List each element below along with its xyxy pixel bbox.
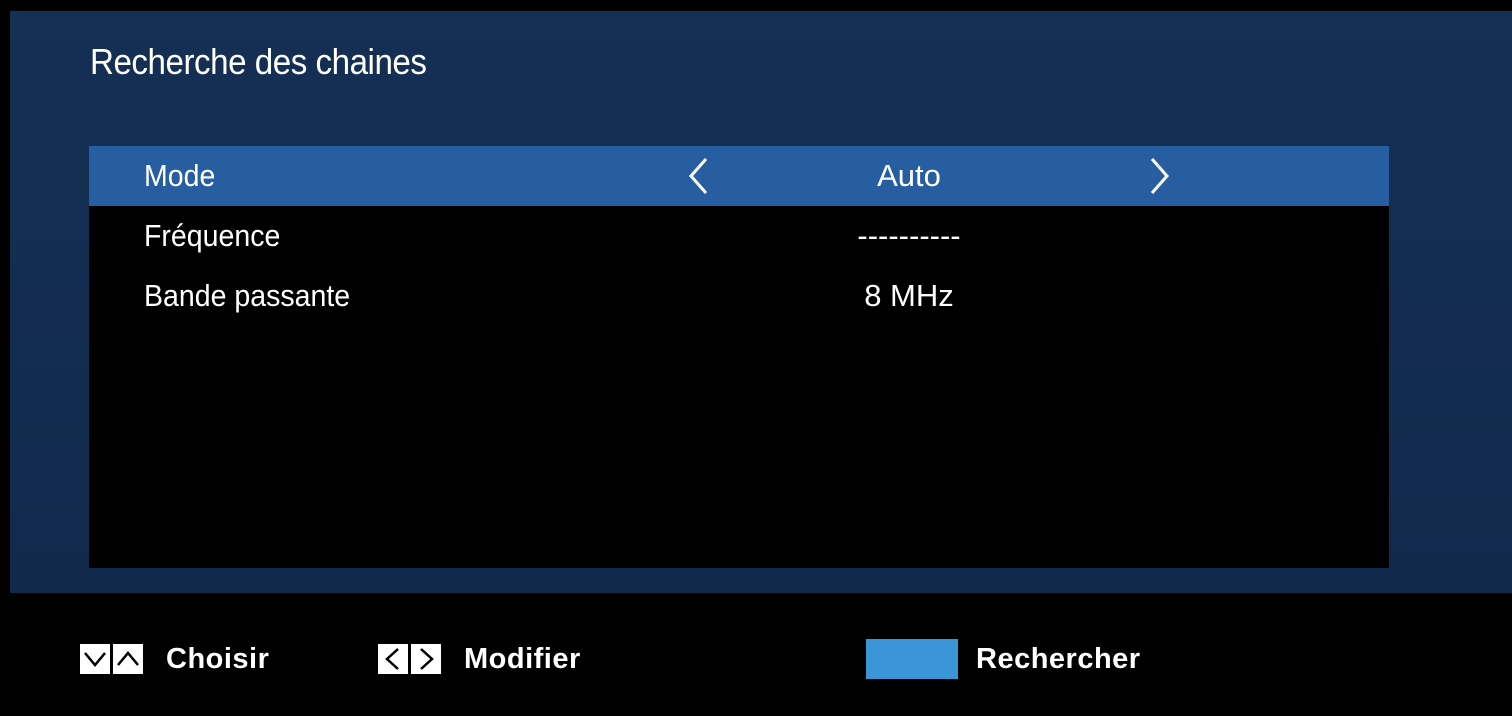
chevron-up-key-icon (113, 644, 143, 674)
chevron-left-icon[interactable] (687, 156, 709, 196)
setting-label-bandwidth: Bande passante (144, 278, 351, 313)
page-title: Recherche des chaines (90, 41, 427, 82)
chevron-right-key-icon (411, 644, 441, 674)
setting-label-frequency: Fréquence (144, 218, 281, 253)
chevron-down-key-icon (80, 644, 110, 674)
hint-modify: Modifier (378, 640, 581, 678)
hint-search: Rechercher (866, 639, 1141, 679)
search-label: Rechercher (976, 642, 1141, 675)
chevron-right-icon[interactable] (1149, 156, 1171, 196)
setting-value-frequency: ---------- (857, 218, 961, 253)
setting-row-bandwidth[interactable]: Bande passante 8 MHz (89, 266, 1389, 326)
setting-row-frequency[interactable]: Fréquence ---------- (89, 206, 1389, 266)
choose-label: Choisir (166, 642, 270, 675)
setting-value-bandwidth: 8 MHz (864, 278, 954, 313)
setting-row-mode[interactable]: Mode Auto (89, 146, 1389, 206)
key-hints-bar: Choisir Modifier Rechercher (0, 593, 1512, 716)
setting-label-mode: Mode (144, 158, 216, 193)
modify-label: Modifier (464, 642, 581, 675)
settings-list: Mode Auto Fréquence ---------- Bande pas… (89, 146, 1389, 568)
hint-choose: Choisir (80, 640, 269, 678)
channel-search-dialog: Recherche des chaines Mode Auto Fréquenc… (10, 11, 1512, 593)
setting-value-mode: Auto (877, 158, 941, 193)
blue-key-icon (866, 639, 958, 679)
chevron-left-key-icon (378, 644, 408, 674)
